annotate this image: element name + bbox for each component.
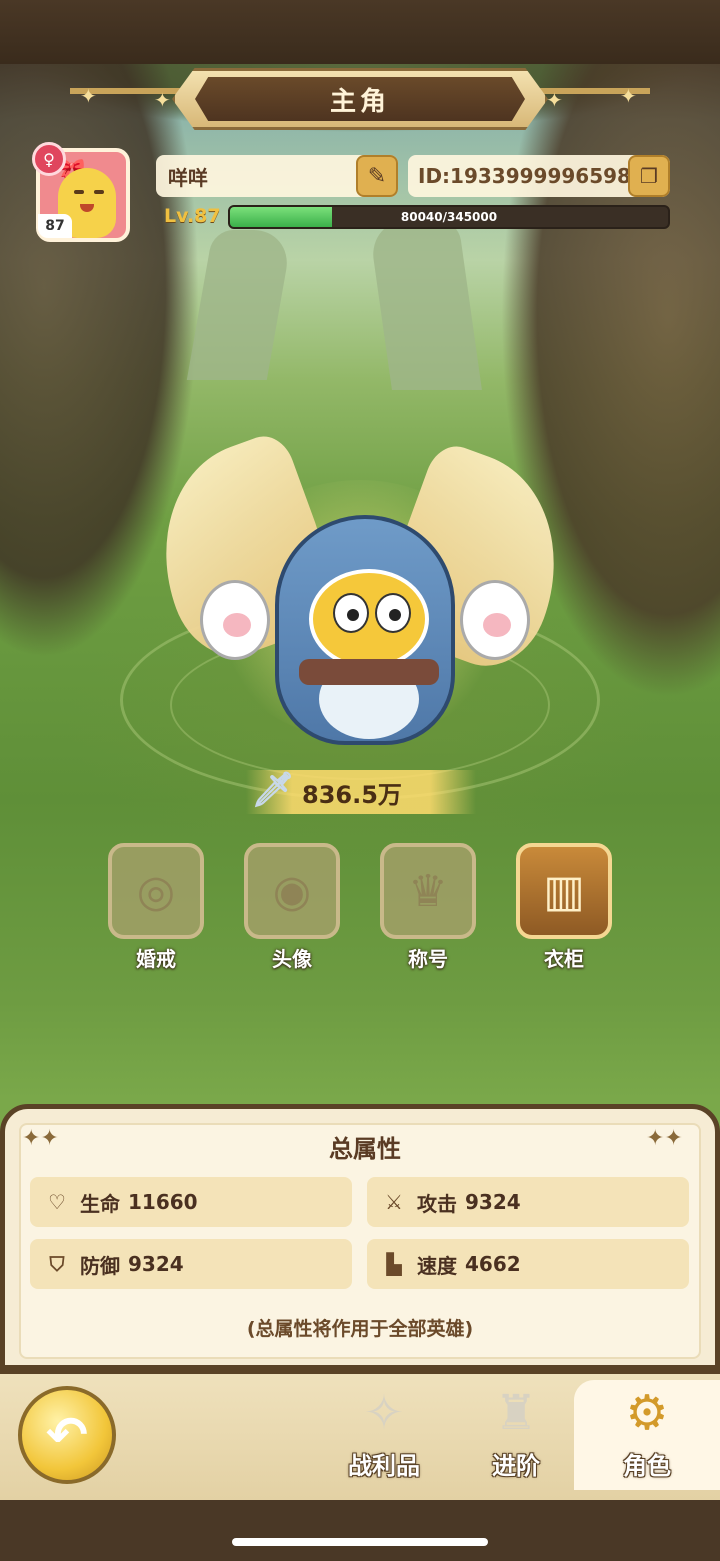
- pencil-icon: ✎: [367, 163, 387, 189]
- feature-label: 衣柜: [544, 947, 584, 971]
- sparkle-icon: ✦: [620, 84, 637, 108]
- attribute-value: 9324: [465, 1190, 521, 1214]
- home-indicator[interactable]: [232, 1538, 488, 1546]
- sparkle-icon: ✦: [80, 84, 97, 108]
- loot-icon: ✧: [363, 1385, 405, 1441]
- back-arrow-icon: ↶: [46, 1406, 88, 1464]
- attribute-name: 速度: [417, 1253, 457, 1278]
- heart-icon: ♡: [48, 1190, 66, 1214]
- attribute-hp: ♡ 生命 11660: [30, 1177, 352, 1227]
- avatar-level-badge: 87: [38, 214, 72, 238]
- title-banner: 主角: [172, 68, 548, 130]
- portrait-icon: ◉: [244, 843, 340, 939]
- back-button[interactable]: ↶: [18, 1386, 116, 1484]
- female-symbol-icon: ♀: [32, 142, 66, 176]
- attributes-note: (总属性将作用于全部英雄): [246, 1318, 474, 1340]
- feature-ring[interactable]: ◎ 婚戒: [108, 843, 204, 973]
- attribute-value: 11660: [128, 1190, 198, 1214]
- feature-label: 头像: [272, 947, 312, 971]
- page-title: 主角: [195, 77, 525, 121]
- advance-icon: ♜: [494, 1385, 538, 1441]
- attributes-title: 总属性: [329, 1135, 401, 1163]
- attribute-attack: ⚔ 攻击 9324: [367, 1177, 689, 1227]
- combat-power-value: 836.5万: [302, 780, 402, 809]
- attribute-value: 9324: [128, 1252, 184, 1276]
- tab-advance[interactable]: ♜ 进阶: [456, 1380, 576, 1490]
- feature-label: 称号: [408, 947, 448, 971]
- character-face: [309, 569, 429, 669]
- paw-right: [460, 580, 530, 660]
- sparkle-icon: ✦: [546, 88, 563, 112]
- crown-title-icon: ♛: [380, 843, 476, 939]
- shield-icon: ⛉: [49, 1252, 65, 1276]
- rock-pillar-right: [368, 220, 482, 390]
- paw-left: [200, 580, 270, 660]
- boot-icon: ▙: [386, 1252, 402, 1276]
- attack-claw-icon: ⚔: [385, 1190, 403, 1214]
- avatar-eye: [94, 190, 104, 194]
- feature-portrait[interactable]: ◉ 头像: [244, 843, 340, 973]
- sparkle-icon: ✦: [154, 88, 171, 112]
- sword-power-icon: 🗡: [251, 770, 295, 810]
- exp-bar: 80040/345000: [228, 205, 670, 229]
- attribute-name: 生命: [80, 1191, 120, 1216]
- feature-wardrobe[interactable]: ▥ 衣柜: [516, 843, 612, 973]
- attribute-name: 防御: [80, 1253, 120, 1278]
- attribute-speed: ▙ 速度 4662: [367, 1239, 689, 1289]
- avatar-eye: [74, 190, 84, 194]
- wardrobe-icon: ▥: [516, 843, 612, 939]
- tab-label: 角色: [623, 1452, 671, 1480]
- copy-icon: ❐: [640, 164, 658, 188]
- spiked-collar: [299, 659, 439, 685]
- feature-title[interactable]: ♛ 称号: [380, 843, 476, 973]
- player-name: 咩咩: [168, 165, 208, 190]
- top-bar: [0, 0, 720, 64]
- tab-character[interactable]: ⚙ 角色: [574, 1380, 720, 1490]
- bottom-strip: [0, 1500, 720, 1561]
- copy-id-button[interactable]: ❐: [628, 155, 670, 197]
- edit-name-button[interactable]: ✎: [356, 155, 398, 197]
- feature-label: 婚戒: [136, 947, 176, 971]
- shark-costume: [275, 515, 455, 745]
- combat-power: 🗡 836.5万: [246, 770, 476, 814]
- rock-pillar-left: [186, 230, 294, 380]
- tab-label: 进阶: [492, 1452, 540, 1480]
- character-icon: ⚙: [625, 1385, 669, 1441]
- game-scene: ✦ ✦ ✦ ✦ 主角 🎀 87 ♀ 咩咩 ✎ ID:1933999996598 …: [0, 0, 720, 1561]
- character-eye: [375, 593, 411, 633]
- ring-icon: ◎: [108, 843, 204, 939]
- player-id: ID:1933999996598: [418, 164, 631, 188]
- sparkle-icon: ✦✦: [22, 1126, 59, 1151]
- level-label: Lv.87: [164, 205, 221, 227]
- sparkle-icon: ✦✦: [646, 1126, 683, 1151]
- attribute-value: 4662: [465, 1252, 521, 1276]
- character-model[interactable]: [130, 420, 590, 750]
- tab-label: 战利品: [348, 1452, 420, 1480]
- tab-loot[interactable]: ✧ 战利品: [324, 1380, 444, 1490]
- attribute-name: 攻击: [417, 1191, 457, 1216]
- attribute-defense: ⛉ 防御 9324: [30, 1239, 352, 1289]
- exp-text: 80040/345000: [400, 210, 498, 224]
- character-eye: [333, 593, 369, 633]
